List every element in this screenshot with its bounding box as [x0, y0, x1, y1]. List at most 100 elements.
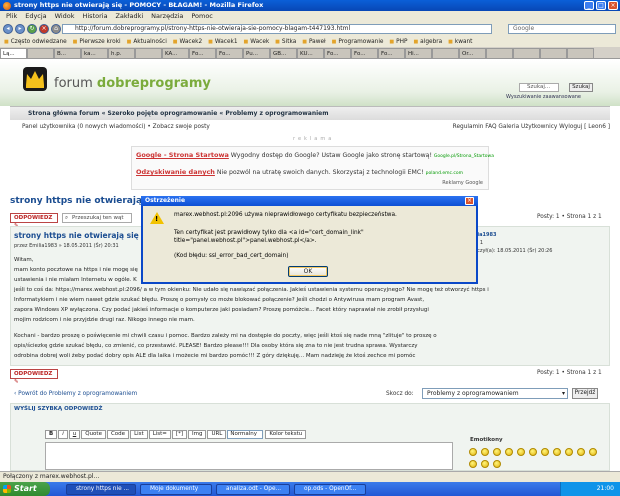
- menu-file[interactable]: Plik: [6, 12, 17, 20]
- maximize-button[interactable]: □: [596, 1, 606, 10]
- breadcrumb-text[interactable]: Strona główna forum « Szeroko pojęte opr…: [28, 110, 328, 117]
- back-button[interactable]: ◂: [3, 24, 13, 34]
- browser-tab[interactable]: KU...: [297, 48, 324, 58]
- browser-tab[interactable]: Or...: [459, 48, 486, 58]
- browser-tab[interactable]: Hi...: [405, 48, 432, 58]
- ad-1-link[interactable]: Google - Strona Startowa: [136, 151, 229, 159]
- smiley-icon[interactable]: [565, 448, 573, 456]
- browser-tab[interactable]: Lą...: [0, 48, 27, 58]
- taskbar-task-writer[interactable]: analiza.odt - Ope...: [216, 484, 290, 495]
- bookmark-item[interactable]: Aktualności: [127, 39, 167, 45]
- smiley-icon[interactable]: [505, 448, 513, 456]
- smiley-icon[interactable]: [541, 448, 549, 456]
- menu-view[interactable]: Widok: [55, 12, 75, 20]
- reload-button[interactable]: ↻: [27, 24, 37, 34]
- bookmark-item[interactable]: Paweł: [302, 39, 325, 45]
- bold-button[interactable]: B: [45, 430, 58, 439]
- smiley-icon[interactable]: [469, 460, 477, 468]
- user-panel-link[interactable]: Panel użytkownika (0 nowych wiadomości) …: [22, 124, 210, 130]
- bookmark-item[interactable]: PHP: [389, 39, 407, 45]
- menu-help[interactable]: Pomoc: [191, 12, 213, 20]
- go-button[interactable]: Przejdź: [572, 388, 598, 399]
- font-size-select[interactable]: Normalny: [227, 430, 264, 439]
- reply-textarea[interactable]: [45, 442, 453, 470]
- bookmark-item[interactable]: Wacek1: [208, 39, 237, 45]
- browser-tab[interactable]: KA...: [162, 48, 189, 58]
- text-color-button[interactable]: Kolor tekstu: [265, 430, 307, 439]
- list-ordered-button[interactable]: List=: [148, 430, 171, 439]
- bookmark-item[interactable]: algebra: [413, 39, 442, 45]
- post-title[interactable]: strony https nie otwierają się - P: [14, 231, 153, 240]
- menu-history[interactable]: Historia: [82, 12, 107, 20]
- browser-tab[interactable]: Fo...: [324, 48, 351, 58]
- bookmark-item[interactable]: Programowanie: [332, 39, 384, 45]
- bookmark-item[interactable]: Często odwiedzane: [4, 39, 67, 45]
- home-button[interactable]: ⌂: [51, 24, 61, 34]
- jump-select[interactable]: Problemy z oprogramowaniem ▾: [422, 388, 568, 399]
- ok-button[interactable]: OK: [288, 266, 328, 277]
- taskbar-task-calc[interactable]: op.ods - OpenOf...: [294, 484, 366, 495]
- reply-button[interactable]: ODPOWIEDZ ✎: [10, 213, 58, 229]
- browser-search-input[interactable]: Google: [508, 24, 616, 34]
- code-button[interactable]: Code: [106, 430, 130, 439]
- taskbar-task-firefox[interactable]: strony https nie ...: [66, 484, 136, 495]
- smiley-icon[interactable]: [517, 448, 525, 456]
- ad-2-url[interactable]: poland.emc.com: [426, 171, 463, 176]
- back-to-forum-link[interactable]: ‹ Powrót do Problemy z oprogramowaniem: [14, 391, 137, 397]
- bookmark-item[interactable]: Sitka: [275, 39, 296, 45]
- smiley-icon[interactable]: [481, 448, 489, 456]
- bookmark-item[interactable]: kwant: [448, 39, 472, 45]
- minimize-button[interactable]: _: [584, 1, 594, 10]
- browser-tab[interactable]: Fo...: [378, 48, 405, 58]
- browser-tab[interactable]: B...: [54, 48, 81, 58]
- browser-tab[interactable]: Fo...: [351, 48, 378, 58]
- browser-tab[interactable]: Fo...: [216, 48, 243, 58]
- close-window-button[interactable]: ×: [608, 1, 618, 10]
- smiley-icon[interactable]: [577, 448, 585, 456]
- search-thread-input[interactable]: ⌕ Przeszukaj ten wąt: [62, 213, 132, 223]
- advanced-search-link[interactable]: Wyszukiwanie zaawansowane: [506, 94, 581, 100]
- reply-button-bottom[interactable]: ODPOWIEDZ ✎: [10, 369, 58, 385]
- browser-tab[interactable]: [567, 48, 594, 58]
- poster-name[interactable]: ilia1983: [474, 231, 552, 239]
- browser-tab[interactable]: GB...: [270, 48, 297, 58]
- forum-search-input[interactable]: Szukaj...: [519, 83, 559, 92]
- browser-tab[interactable]: [27, 48, 54, 58]
- forum-search-button[interactable]: Szukaj: [569, 83, 593, 92]
- smiley-icon[interactable]: [529, 448, 537, 456]
- bookmark-item[interactable]: Pierwsze kroki: [73, 39, 121, 45]
- browser-tab[interactable]: [135, 48, 162, 58]
- menu-bookmarks[interactable]: Zakładki: [115, 12, 143, 20]
- browser-tab[interactable]: Pu...: [243, 48, 270, 58]
- browser-tab[interactable]: ka...: [81, 48, 108, 58]
- img-button[interactable]: Img: [187, 430, 207, 439]
- ad-1-url[interactable]: Google.pl/Strona_Startowa: [434, 154, 494, 159]
- smiley-icon[interactable]: [589, 448, 597, 456]
- underline-button[interactable]: u: [68, 430, 81, 439]
- ads-footer[interactable]: Reklamy Google: [442, 180, 483, 186]
- browser-tab[interactable]: h.p.: [108, 48, 135, 58]
- smiley-icon[interactable]: [493, 460, 501, 468]
- smiley-icon[interactable]: [493, 448, 501, 456]
- url-button[interactable]: URL: [207, 430, 227, 439]
- browser-tab[interactable]: [432, 48, 459, 58]
- bookmark-item[interactable]: Wacek: [243, 39, 269, 45]
- taskbar-task-documents[interactable]: Moje dokumenty: [140, 484, 212, 495]
- user-links[interactable]: Regulamin FAQ Galeria Użytkownicy Wylogu…: [453, 121, 610, 133]
- browser-tab[interactable]: [513, 48, 540, 58]
- forward-button[interactable]: ▸: [15, 24, 25, 34]
- ad-2-link[interactable]: Odzyskiwanie danych: [136, 168, 215, 176]
- smiley-icon[interactable]: [481, 460, 489, 468]
- smiley-icon[interactable]: [553, 448, 561, 456]
- dialog-close-button[interactable]: ×: [465, 197, 474, 205]
- menu-tools[interactable]: Narzędzia: [151, 12, 183, 20]
- browser-tab[interactable]: [540, 48, 567, 58]
- forum-logo-text[interactable]: forum dobreprogramy: [54, 76, 211, 91]
- list-button[interactable]: List: [130, 430, 148, 439]
- url-input[interactable]: http://forum.dobreprogramy.pl/strony-htt…: [62, 24, 492, 34]
- smiley-icon[interactable]: [469, 448, 477, 456]
- quote-button[interactable]: Quote: [81, 430, 106, 439]
- menu-edit[interactable]: Edycja: [25, 12, 46, 20]
- stop-button[interactable]: ×: [39, 24, 49, 34]
- start-button[interactable]: Start: [0, 482, 50, 496]
